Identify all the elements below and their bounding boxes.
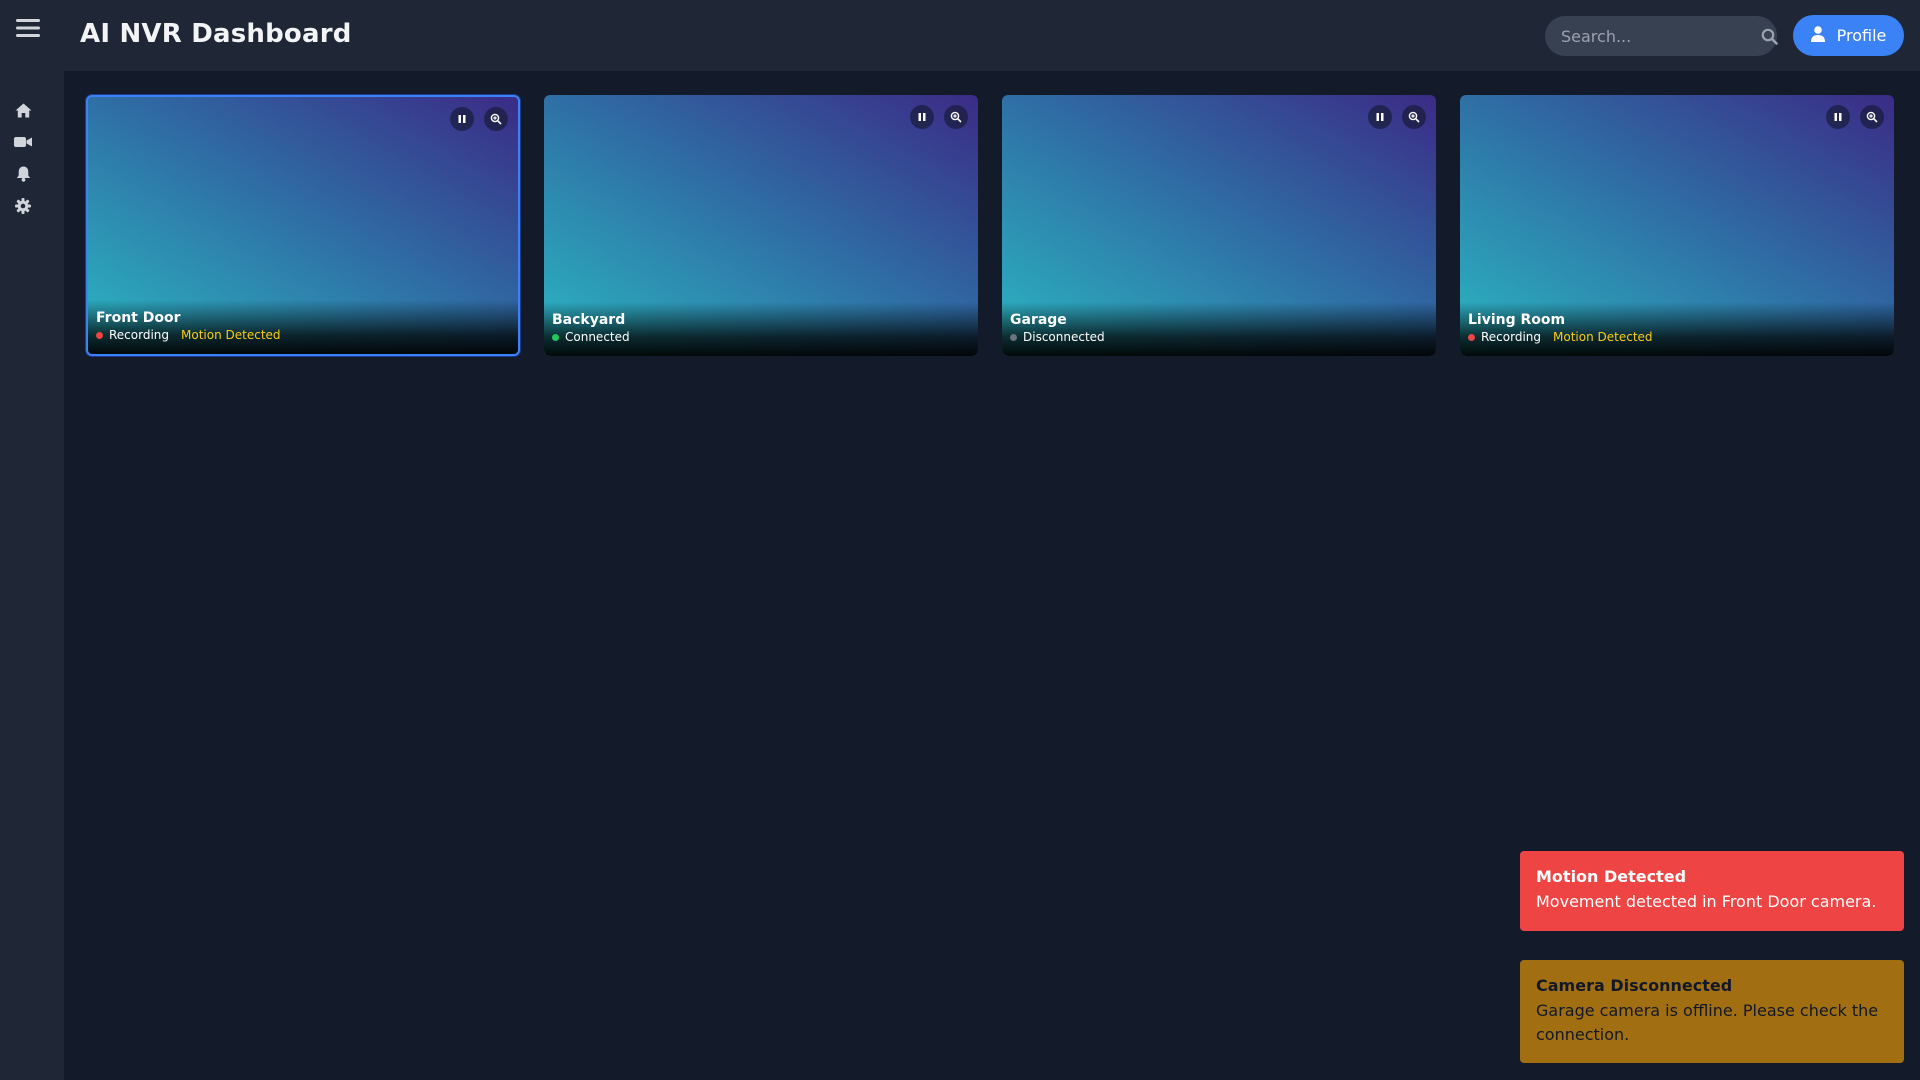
camera-info-overlay: Front Door Recording Motion Detected xyxy=(88,300,518,354)
status-dot xyxy=(1468,333,1475,341)
toast-title: Motion Detected xyxy=(1536,867,1687,886)
search-box[interactable] xyxy=(1545,16,1778,56)
camera-tile-front-door[interactable]: Front Door Recording Motion Detected xyxy=(86,95,520,356)
search-input[interactable] xyxy=(1561,26,1761,46)
home-icon xyxy=(15,103,31,117)
pause-icon[interactable] xyxy=(1368,105,1392,129)
motion-badge: Motion Detected xyxy=(181,328,281,342)
toast-title: Camera Disconnected xyxy=(1536,976,1733,995)
gear-icon xyxy=(15,198,31,214)
status-dot xyxy=(1010,333,1017,341)
toast-message: Movement detected in Front Door camera. xyxy=(1536,892,1877,911)
camera-info-overlay: Living Room Recording Motion Detected xyxy=(1460,302,1894,356)
toast-camera-disconnected[interactable]: Camera Disconnected Garage camera is off… xyxy=(1520,960,1904,1063)
bell-icon xyxy=(16,166,30,182)
camera-tile-living-room[interactable]: Living Room Recording Motion Detected xyxy=(1460,95,1894,356)
camera-tile-backyard[interactable]: Backyard Connected xyxy=(544,95,978,356)
camera-info-overlay: Garage Disconnected xyxy=(1002,302,1436,356)
camera-name: Front Door xyxy=(96,310,181,326)
status-dot xyxy=(96,331,103,339)
search-icon[interactable] xyxy=(1761,26,1778,46)
pause-icon[interactable] xyxy=(450,107,474,131)
camera-name: Garage xyxy=(1010,312,1067,328)
sidebar-item-home[interactable] xyxy=(12,99,34,121)
camera-info-overlay: Backyard Connected xyxy=(544,302,978,356)
sidebar-item-notifications[interactable] xyxy=(12,163,34,185)
sidebar xyxy=(0,71,64,1080)
zoom-in-icon[interactable] xyxy=(484,107,508,131)
camera-status: Recording xyxy=(109,328,170,342)
toast-message: Garage camera is offline. Please check t… xyxy=(1536,1001,1879,1044)
camera-name: Living Room xyxy=(1468,312,1566,328)
status-dot xyxy=(552,333,559,341)
toast-motion-detected[interactable]: Motion Detected Movement detected in Fro… xyxy=(1520,851,1904,931)
camera-status: Connected xyxy=(565,330,630,344)
user-icon xyxy=(1810,25,1825,46)
pause-icon[interactable] xyxy=(1826,105,1850,129)
camera-tile-garage[interactable]: Garage Disconnected xyxy=(1002,95,1436,356)
video-camera-icon xyxy=(14,137,32,147)
pause-icon[interactable] xyxy=(910,105,934,129)
camera-status: Disconnected xyxy=(1023,330,1105,344)
sidebar-item-settings[interactable] xyxy=(12,195,34,217)
profile-label: Profile xyxy=(1836,26,1887,45)
camera-status: Recording xyxy=(1481,330,1542,344)
hamburger-menu-icon[interactable] xyxy=(14,14,42,42)
top-bar: AI NVR Dashboard Profile xyxy=(0,0,1920,71)
page-title: AI NVR Dashboard xyxy=(80,19,352,49)
camera-name: Backyard xyxy=(552,312,626,328)
sidebar-item-cameras[interactable] xyxy=(12,131,34,153)
zoom-in-icon[interactable] xyxy=(944,105,968,129)
motion-badge: Motion Detected xyxy=(1553,330,1653,344)
zoom-in-icon[interactable] xyxy=(1402,105,1426,129)
zoom-in-icon[interactable] xyxy=(1860,105,1884,129)
profile-button[interactable]: Profile xyxy=(1793,15,1904,56)
